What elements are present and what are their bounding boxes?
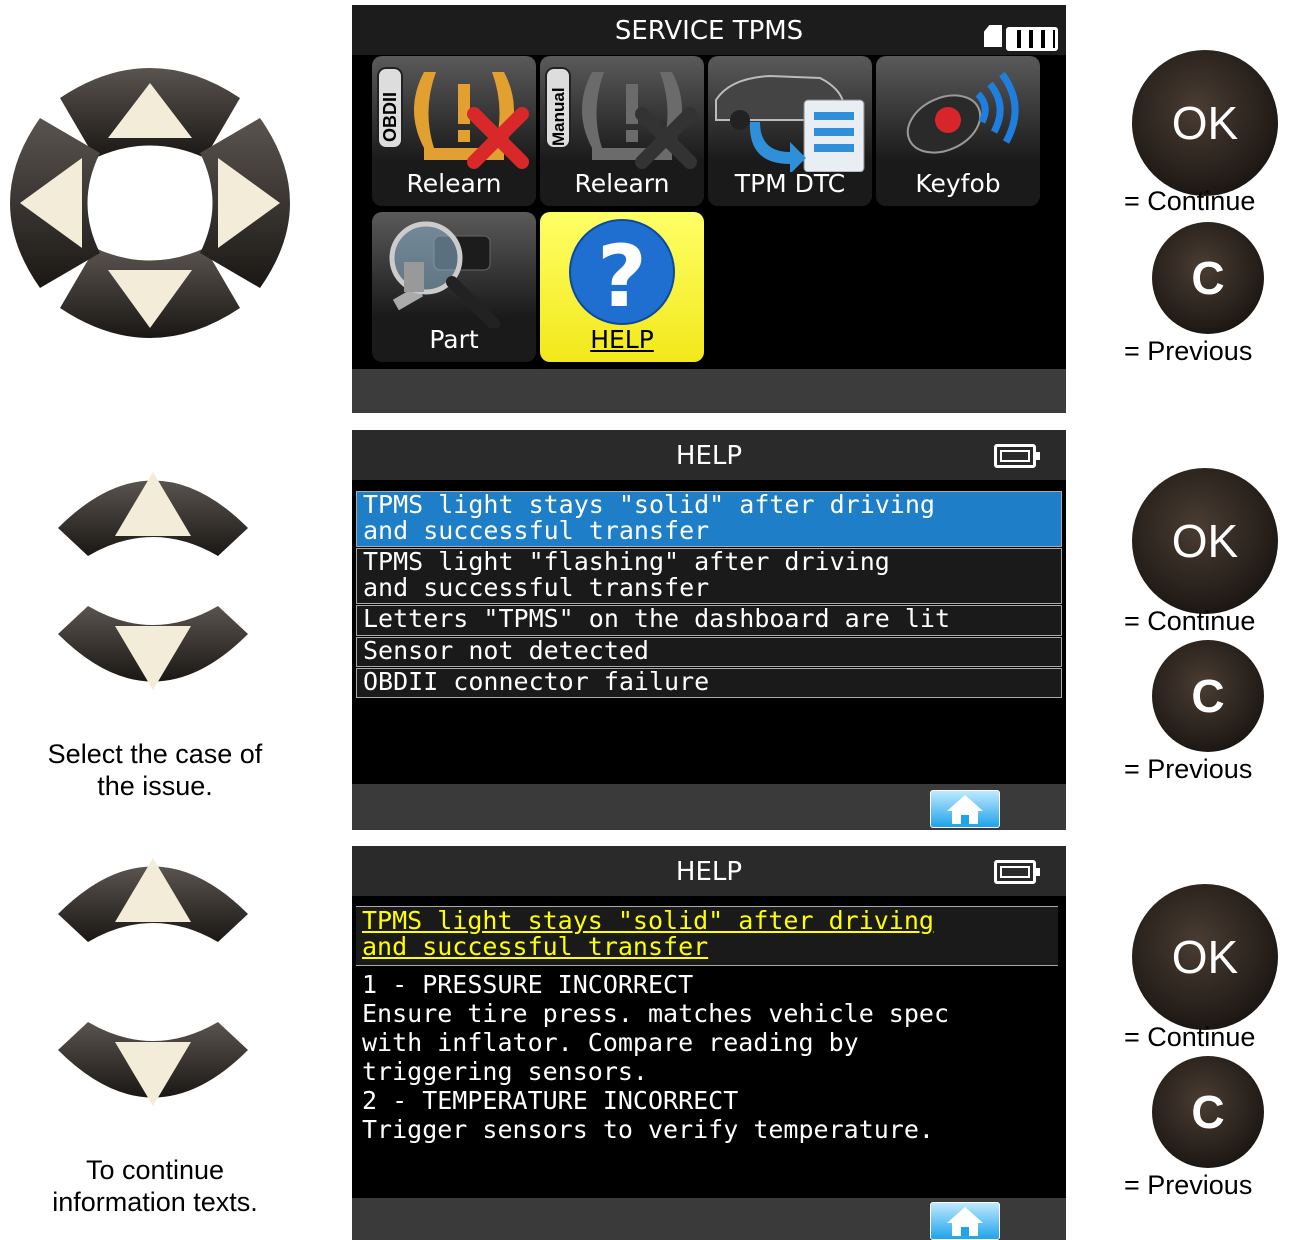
tile-label: Relearn [574,169,670,198]
tile-relearn-manual[interactable]: Manual Relearn [540,56,704,206]
tile-label: Part [429,325,479,354]
c-button[interactable]: C [1152,222,1264,334]
screen-title: HELP [352,846,1066,896]
ok-button[interactable]: OK [1132,468,1278,614]
home-button[interactable] [930,790,1000,828]
help-heading-text: TPMS light stays "solid" after driving a… [362,906,934,961]
svg-text:?: ? [597,227,647,327]
c-label: C [1191,670,1225,722]
c-label: C [1191,252,1225,304]
c-button[interactable]: C [1152,1056,1264,1168]
help-icon: ? [569,219,675,327]
screen-service-tpms: SERVICE TPMS OBDII Relearn Manual Relear… [352,5,1066,413]
continue-legend: = Continue [1124,1022,1256,1052]
tpms-obdii-icon: OBDII [377,67,529,169]
tile-relearn-obdii[interactable]: OBDII Relearn [372,56,536,206]
help-body-text: 1 - PRESSURE INCORRECT Ensure tire press… [362,970,949,1144]
ok-label: OK [1171,515,1239,567]
down-key[interactable] [58,604,248,704]
c-button[interactable]: C [1152,640,1264,752]
previous-legend: = Previous [1124,336,1253,366]
svg-text:Manual: Manual [549,87,568,146]
tile-tpm-dtc[interactable]: TPM DTC [708,56,872,206]
svg-text:OBDII: OBDII [380,92,400,142]
tile-part[interactable]: Part [372,212,536,362]
screen-title: HELP [352,430,1066,480]
tile-label: TPM DTC [734,169,846,198]
tpms-manual-icon: Manual [545,67,697,169]
tile-label: Relearn [406,169,502,198]
dpad-4way[interactable] [0,58,300,348]
previous-legend: = Previous [1124,1170,1253,1200]
battery-icon [1006,27,1058,51]
ok-button[interactable]: OK [1132,884,1278,1030]
keyfob-icon [906,71,1019,154]
screen-help-list: HELP TPMS light stays "solid" after driv… [352,430,1066,830]
battery-icon [994,860,1040,884]
previous-legend: = Previous [1124,754,1253,784]
up-key[interactable] [58,458,248,558]
list-item[interactable]: Letters "TPMS" on the dashboard are lit [356,605,1062,636]
ok-label: OK [1171,97,1239,149]
home-icon [947,795,983,824]
list-item[interactable]: TPMS light stays "solid" after driving a… [356,491,1062,547]
caption-continue-info: To continue information texts. [52,1155,258,1217]
continue-legend: = Continue [1124,186,1256,216]
ok-label: OK [1171,931,1239,983]
bottom-bar [352,369,1066,413]
list-item[interactable]: TPMS light "flashing" after driving and … [356,548,1062,604]
c-label: C [1191,1086,1225,1138]
sd-card-icon [984,25,1002,47]
list-item[interactable]: OBDII connector failure [356,668,1062,698]
list-item[interactable]: Sensor not detected [356,637,1062,667]
tile-help[interactable]: ? HELP [540,212,704,362]
down-key[interactable] [58,1020,248,1120]
continue-legend: = Continue [1124,606,1256,636]
battery-icon [994,444,1040,468]
screen-title: SERVICE TPMS [352,5,1066,55]
home-icon [947,1207,983,1236]
car-dtc-icon [715,74,865,172]
home-button[interactable] [930,1202,1000,1240]
ok-button[interactable]: OK [1132,50,1278,196]
tile-keyfob[interactable]: Keyfob [876,56,1040,206]
tile-label: Keyfob [915,169,1001,198]
tile-label: HELP [590,325,654,354]
caption-select-case: Select the case of the issue. [47,739,263,801]
screen-help-detail: HELP TPMS light stays "solid" after driv… [352,846,1066,1240]
sensor-magnifier-icon [389,221,500,328]
up-key[interactable] [58,844,248,944]
